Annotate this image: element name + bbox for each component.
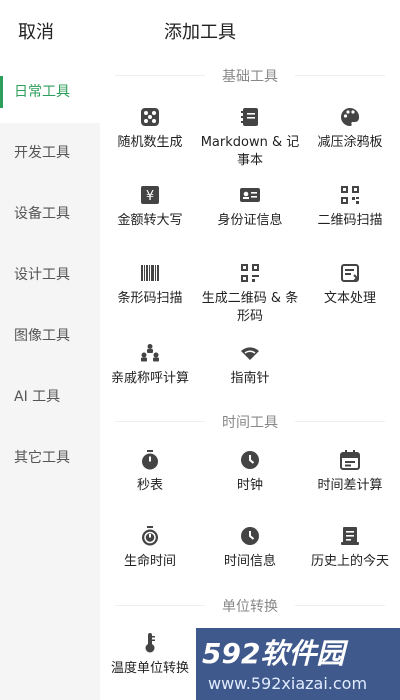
sidebar-item-device[interactable]: 设备工具 <box>0 184 100 245</box>
tool-label: 亲戚称呼计算 <box>110 371 189 386</box>
sidebar-item-ai[interactable]: AI 工具 <box>0 367 100 428</box>
family-tree-icon <box>141 344 159 362</box>
tool-label: 时间信息 <box>223 554 276 569</box>
tool-clock[interactable]: 时钟 <box>200 449 300 519</box>
sidebar-item-dev[interactable]: 开发工具 <box>0 123 100 184</box>
sidebar-item-design[interactable]: 设计工具 <box>0 245 100 306</box>
section-title-unit: 单位转换 <box>100 596 400 616</box>
tool-label: 随机数生成 <box>117 135 183 150</box>
notebook-icon <box>241 108 258 126</box>
dice-icon <box>141 108 159 126</box>
clock-info-icon <box>241 527 259 545</box>
tool-label: 秒表 <box>136 478 163 493</box>
tool-label: Markdown & 记事本 <box>200 135 300 168</box>
tool-compass[interactable]: 指南针 <box>200 342 300 412</box>
header: 取消 添加工具 <box>0 0 400 62</box>
tool-label: 指南针 <box>230 371 270 386</box>
tool-random-number[interactable]: 随机数生成 <box>100 106 200 176</box>
page-title: 添加工具 <box>164 22 236 43</box>
tool-stopwatch[interactable]: 秒表 <box>100 449 200 519</box>
tool-label: 条形码扫描 <box>117 291 183 306</box>
sidebar-item-image[interactable]: 图像工具 <box>0 306 100 367</box>
svg-text:¥: ¥ <box>146 189 154 204</box>
yuan-icon: ¥ <box>141 186 159 204</box>
tool-id-card[interactable]: 身份证信息 <box>200 184 300 254</box>
tool-doodle[interactable]: 减压涂鸦板 <box>300 106 400 176</box>
calendar-icon <box>340 450 360 470</box>
tool-amount-uppercase[interactable]: ¥ 金额转大写 <box>100 184 200 254</box>
tool-barcode-scan[interactable]: 条形码扫描 <box>100 262 200 332</box>
tool-text-process[interactable]: 文本处理 <box>300 262 400 332</box>
tool-generate-code[interactable]: 生成二维码 & 条形码 <box>200 262 300 332</box>
tool-label: 生命时间 <box>123 554 176 569</box>
tool-relative-title[interactable]: 亲戚称呼计算 <box>100 342 200 412</box>
tool-label: 减压涂鸦板 <box>317 135 383 150</box>
tool-time-diff[interactable]: 时间差计算 <box>300 449 400 519</box>
clock-icon <box>241 451 259 469</box>
text-process-icon <box>341 264 359 282</box>
tool-label: 身份证信息 <box>217 213 283 228</box>
sidebar-item-other[interactable]: 其它工具 <box>0 428 100 489</box>
tool-label: 文本处理 <box>323 291 376 306</box>
tool-temperature[interactable]: 温度单位转换 <box>100 632 200 700</box>
id-card-icon <box>240 188 260 202</box>
tool-label: 生成二维码 & 条形码 <box>201 291 299 324</box>
tool-life-time[interactable]: 生命时间 <box>100 525 200 595</box>
tool-history-today[interactable]: 历史上的今天 <box>300 525 400 595</box>
tool-label: 二维码扫描 <box>317 213 383 228</box>
tool-markdown[interactable]: Markdown & 记事本 <box>200 106 300 176</box>
watermark-logo: 592软件园 www.592xiazai.com <box>196 628 400 700</box>
compass-icon <box>241 347 259 360</box>
sidebar-item-daily[interactable]: 日常工具 <box>0 62 100 123</box>
stopwatch-icon <box>142 450 158 470</box>
watermark-url: www.592xiazai.com <box>208 674 368 693</box>
tool-list[interactable]: 基础工具 随机数生成 Markdown & 记事本 减压涂鸦板 ¥ 金额转大写 … <box>100 62 400 700</box>
category-sidebar: 日常工具 开发工具 设备工具 设计工具 图像工具 AI 工具 其它工具 <box>0 62 100 700</box>
tool-label: 历史上的今天 <box>310 554 389 569</box>
qr-generate-icon <box>241 264 259 282</box>
tool-qr-scan[interactable]: 二维码扫描 <box>300 184 400 254</box>
tool-label: 时钟 <box>236 478 263 493</box>
qr-code-icon <box>341 186 359 204</box>
palette-icon <box>341 107 360 126</box>
watermark-text: 592软件园 <box>202 637 345 670</box>
life-timer-icon <box>142 526 158 546</box>
section-title-time: 时间工具 <box>100 412 400 432</box>
thermometer-icon <box>145 633 155 653</box>
barcode-icon <box>141 265 159 281</box>
tool-label: 温度单位转换 <box>110 661 189 676</box>
section-title-basic: 基础工具 <box>100 66 400 86</box>
tool-label: 金额转大写 <box>117 213 183 228</box>
tool-time-info[interactable]: 时间信息 <box>200 525 300 595</box>
history-icon <box>341 527 359 545</box>
tool-label: 时间差计算 <box>317 478 383 493</box>
